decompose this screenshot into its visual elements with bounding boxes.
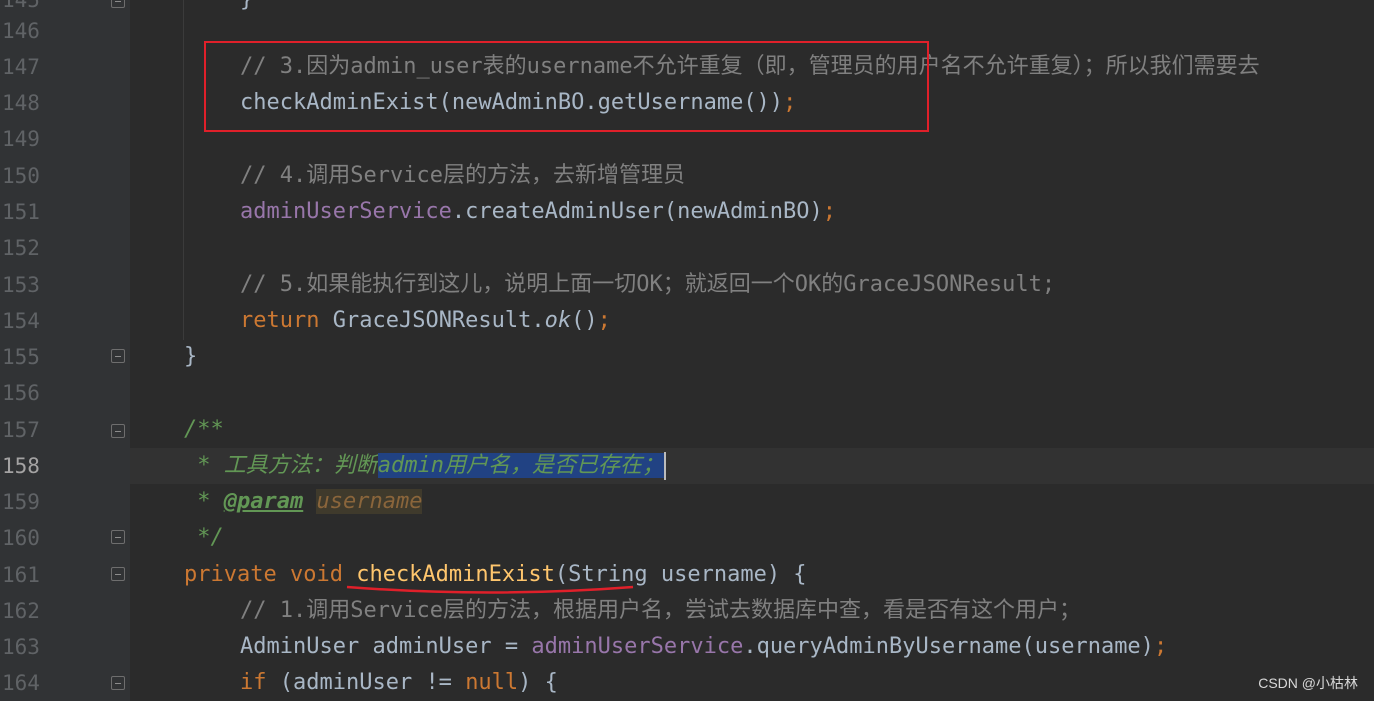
code-line-161: private void checkAdminExist(String user… bbox=[184, 562, 807, 587]
fold-marker-icon[interactable] bbox=[111, 676, 125, 690]
line-number: 156 bbox=[2, 381, 40, 405]
annotation-highlight-box bbox=[204, 41, 929, 132]
fold-marker-icon[interactable] bbox=[111, 424, 125, 438]
text-caret bbox=[663, 452, 666, 480]
fold-marker-icon[interactable] bbox=[111, 567, 125, 581]
text-selection: admin用户名，是否已存在； bbox=[377, 453, 664, 478]
code-line-145: } bbox=[130, 0, 1374, 18]
code-line-159: * @param username bbox=[184, 489, 423, 514]
line-number-gutter: 145 146 147 148 149 150 151 152 153 154 … bbox=[0, 0, 130, 701]
fold-marker-icon[interactable] bbox=[111, 349, 125, 363]
code-line-164: if (adminUser != null) { bbox=[240, 670, 558, 695]
code-line-157: /** bbox=[184, 417, 224, 442]
line-number: 163 bbox=[2, 635, 40, 659]
line-number: 159 bbox=[2, 490, 40, 514]
code-line-153: // 5.如果能执行到这儿，说明上面一切OK；就返回一个OK的GraceJSON… bbox=[240, 272, 1056, 297]
line-number-current: 158 bbox=[2, 454, 40, 478]
line-number: 146 bbox=[2, 19, 40, 43]
watermark: CSDN @小枯林 bbox=[1258, 675, 1358, 691]
line-number: 152 bbox=[2, 236, 40, 260]
line-number: 147 bbox=[2, 55, 40, 79]
line-number: 162 bbox=[2, 599, 40, 623]
code-line-160: */ bbox=[184, 525, 224, 550]
line-number: 149 bbox=[2, 127, 40, 151]
code-line-163: AdminUser adminUser = adminUserService.q… bbox=[240, 634, 1168, 659]
code-editor[interactable]: 145 146 147 148 149 150 151 152 153 154 … bbox=[0, 0, 1374, 701]
fold-marker-icon[interactable] bbox=[111, 530, 125, 544]
line-number: 151 bbox=[2, 200, 40, 224]
line-number: 154 bbox=[2, 309, 40, 333]
fold-marker-icon[interactable] bbox=[111, 0, 125, 8]
code-line-155: } bbox=[184, 344, 198, 369]
code-line-151: adminUserService.createAdminUser(newAdmi… bbox=[240, 199, 837, 224]
line-number: 153 bbox=[2, 273, 40, 297]
code-line-154: return GraceJSONResult.ok(); bbox=[240, 308, 611, 333]
annotation-underline bbox=[346, 585, 634, 594]
code-line-150: // 4.调用Service层的方法，去新增管理员 bbox=[240, 163, 685, 188]
line-number: 150 bbox=[2, 164, 40, 188]
code-line-162: // 1.调用Service层的方法，根据用户名，尝试去数据库中查，看是否有这个… bbox=[240, 598, 1081, 623]
line-number: 148 bbox=[2, 91, 40, 115]
code-line-158-current: * 工具方法：判断admin用户名，是否已存在； bbox=[130, 448, 1374, 484]
